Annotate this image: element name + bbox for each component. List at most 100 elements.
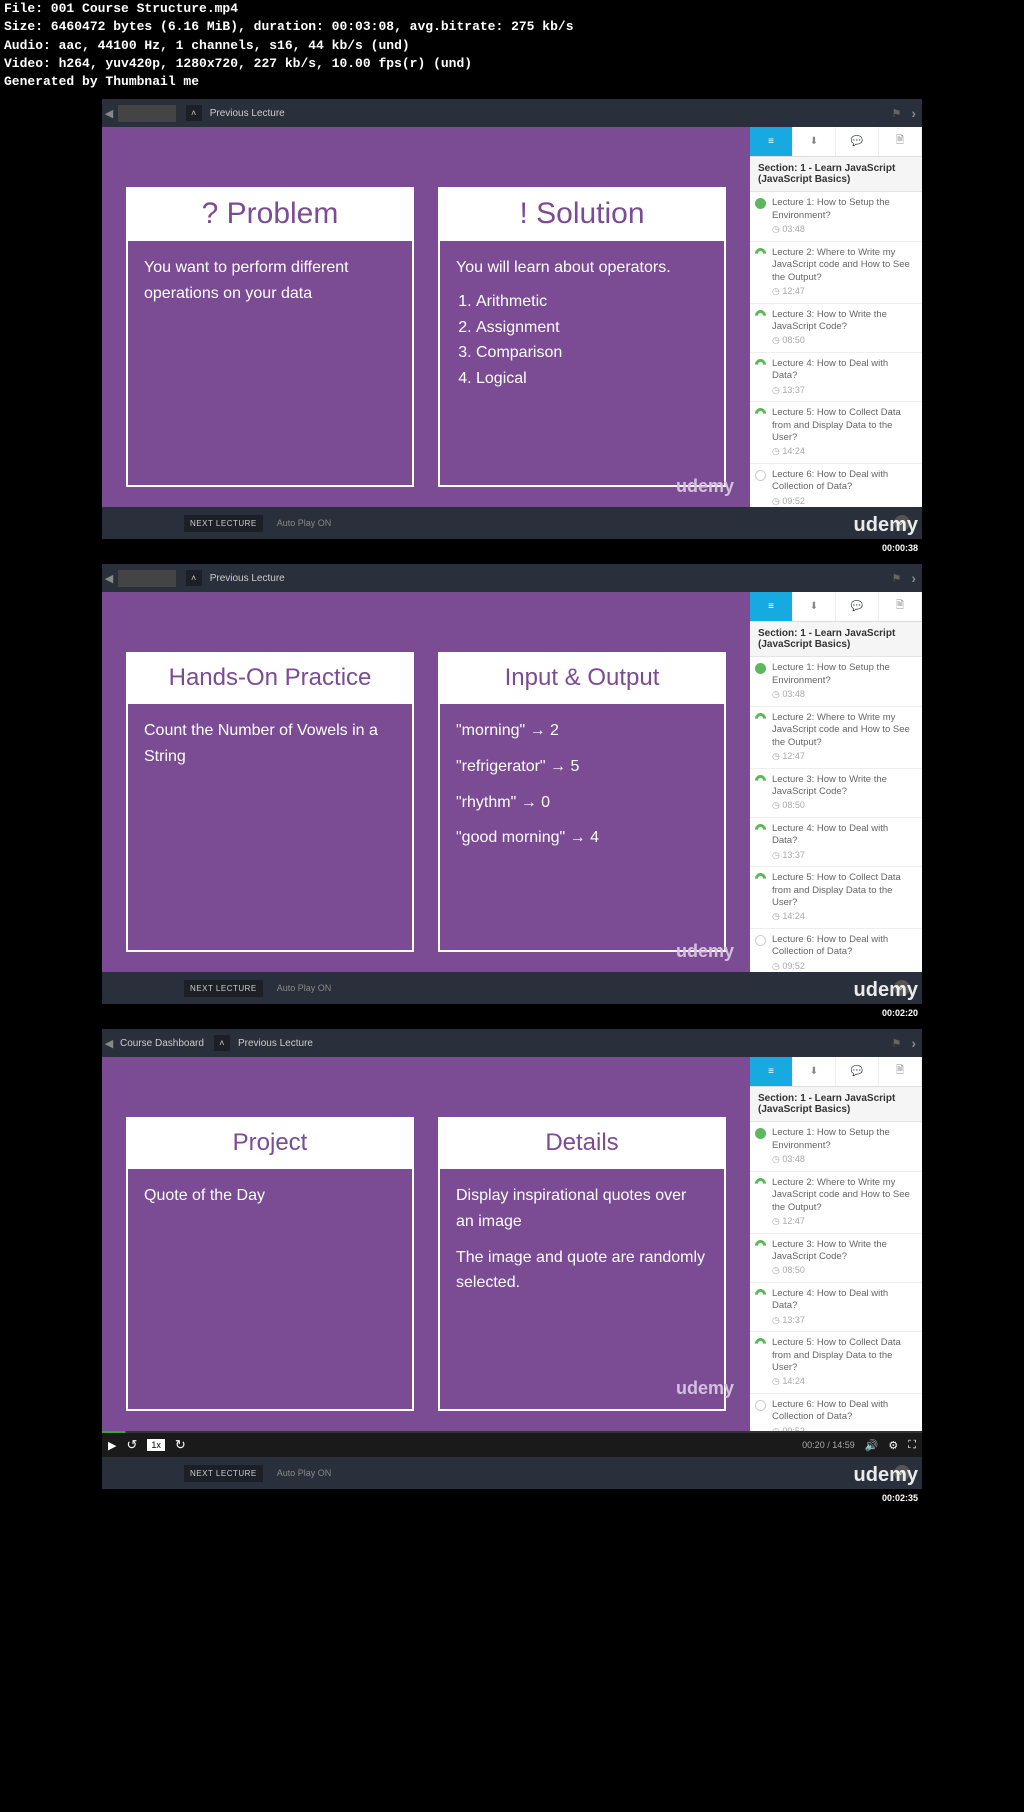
lecture-item[interactable]: Lecture 2: Where to Write my JavaScript … [750, 707, 922, 769]
next-arrow-icon[interactable]: › [911, 570, 916, 586]
lecture-time: 13:37 [772, 385, 916, 397]
speed-badge[interactable]: 1x [147, 1439, 165, 1451]
tab-notes-icon[interactable]: 🗎 [879, 592, 922, 621]
thumbnail-frame-3: ◀ Course Dashboard ˄ Previous Lecture ⚑ … [102, 1029, 922, 1489]
next-lecture-button[interactable]: NEXT LECTURE [184, 980, 263, 997]
lecture-time: 12:47 [772, 1216, 916, 1228]
slide-content: Project Quote of the Day Details Display… [102, 1057, 750, 1431]
thumbnail-frame-1: ◀ ˄ Previous Lecture ⚑ › ? Problem You w… [102, 99, 922, 539]
autoplay-label[interactable]: Auto Play ON [277, 518, 332, 528]
lecture-title: Lecture 4: How to Deal with Data? [772, 823, 916, 848]
dashboard-placeholder[interactable] [118, 570, 176, 587]
prev-lecture-label[interactable]: Previous Lecture [210, 108, 285, 119]
forward-icon[interactable]: ↻ [175, 1437, 186, 1453]
sidebar: ≡ ⬇ 💬 🗎 Section: 1 - Learn JavaScript (J… [750, 1057, 922, 1431]
tab-download-icon[interactable]: ⬇ [793, 592, 836, 621]
lecture-item[interactable]: Lecture 5: How to Collect Data from and … [750, 867, 922, 929]
lecture-title: Lecture 5: How to Collect Data from and … [772, 407, 916, 444]
card-body-io: "morning" → 2 "refrigerator" → 5 "rhythm… [438, 704, 726, 952]
lecture-item[interactable]: Lecture 6: How to Deal with Collection o… [750, 929, 922, 972]
lecture-item[interactable]: Lecture 1: How to Setup the Environment?… [750, 1122, 922, 1171]
lecture-time: 03:48 [772, 224, 916, 236]
lecture-item[interactable]: Lecture 1: How to Setup the Environment?… [750, 192, 922, 241]
dashboard-placeholder[interactable] [118, 105, 176, 122]
back-arrow-icon[interactable]: ◀ [102, 107, 116, 120]
tab-notes-icon[interactable]: 🗎 [879, 127, 922, 156]
lecture-time: 12:47 [772, 751, 916, 763]
status-icon [753, 711, 769, 727]
next-lecture-button[interactable]: NEXT LECTURE [184, 1465, 263, 1482]
lecture-item[interactable]: Lecture 2: Where to Write my JavaScript … [750, 1172, 922, 1234]
status-icon [755, 1400, 766, 1411]
lecture-time: 14:24 [772, 911, 916, 923]
autoplay-label[interactable]: Auto Play ON [277, 1468, 332, 1478]
lecture-title: Lecture 6: How to Deal with Collection o… [772, 1399, 916, 1424]
tab-curriculum-icon[interactable]: ≡ [750, 592, 793, 621]
lecture-item[interactable]: Lecture 3: How to Write the JavaScript C… [750, 769, 922, 818]
card-body-details: Display inspirational quotes over an ima… [438, 1169, 726, 1411]
list-item: Comparison [476, 340, 708, 366]
lecture-item[interactable]: Lecture 6: How to Deal with Collection o… [750, 1394, 922, 1431]
flag-icon[interactable]: ⚑ [891, 107, 901, 120]
flag-icon[interactable]: ⚑ [891, 1037, 901, 1050]
frame-timestamp: 00:02:35 [882, 1493, 918, 1503]
tab-download-icon[interactable]: ⬇ [793, 127, 836, 156]
tab-chat-icon[interactable]: 💬 [836, 127, 879, 156]
card-body-project: Quote of the Day [126, 1169, 414, 1411]
lecture-item[interactable]: Lecture 4: How to Deal with Data?13:37 [750, 1283, 922, 1332]
card-header-problem: ? Problem [126, 187, 414, 241]
prev-lecture-label[interactable]: Previous Lecture [238, 1038, 313, 1049]
lecture-item[interactable]: Lecture 1: How to Setup the Environment?… [750, 657, 922, 706]
prev-lecture-label[interactable]: Previous Lecture [210, 573, 285, 584]
flag-icon[interactable]: ⚑ [891, 572, 901, 585]
udemy-watermark: udemy [854, 514, 918, 537]
prev-toggle-icon[interactable]: ˄ [186, 570, 202, 586]
rewind-icon[interactable]: ↺ [126, 1437, 137, 1453]
lecture-time: 08:50 [772, 1265, 916, 1277]
next-arrow-icon[interactable]: › [911, 105, 916, 121]
list-item: Arithmetic [476, 289, 708, 315]
video-player-controls: ▶ ↺ 1x ↻ 00:20 / 14:59 🔊 ⚙ ⛶ [102, 1431, 922, 1457]
status-icon [753, 1287, 769, 1303]
lecture-item[interactable]: Lecture 5: How to Collect Data from and … [750, 402, 922, 464]
card-body-practice: Count the Number of Vowels in a String [126, 704, 414, 952]
solution-intro: You will learn about operators. [456, 259, 671, 276]
dashboard-link[interactable]: Course Dashboard [120, 1038, 204, 1049]
lecture-item[interactable]: Lecture 4: How to Deal with Data?13:37 [750, 818, 922, 867]
prev-toggle-icon[interactable]: ˄ [214, 1035, 230, 1051]
tab-download-icon[interactable]: ⬇ [793, 1057, 836, 1086]
lecture-title: Lecture 5: How to Collect Data from and … [772, 1337, 916, 1374]
play-icon[interactable]: ▶ [108, 1439, 116, 1452]
lecture-item[interactable]: Lecture 3: How to Write the JavaScript C… [750, 304, 922, 353]
volume-icon[interactable]: 🔊 [865, 1439, 879, 1452]
udemy-logo: udemy [676, 476, 734, 497]
status-icon [755, 198, 766, 209]
lecture-list: Lecture 1: How to Setup the Environment?… [750, 1122, 922, 1431]
lecture-item[interactable]: Lecture 5: How to Collect Data from and … [750, 1332, 922, 1394]
next-arrow-icon[interactable]: › [911, 1035, 916, 1051]
tab-notes-icon[interactable]: 🗎 [879, 1057, 922, 1086]
lecture-item[interactable]: Lecture 6: How to Deal with Collection o… [750, 464, 922, 507]
fullscreen-icon[interactable]: ⛶ [908, 1439, 916, 1452]
file-meta-video: Video: h264, yuv420p, 1280x720, 227 kb/s… [0, 55, 1024, 73]
tab-chat-icon[interactable]: 💬 [836, 1057, 879, 1086]
tab-curriculum-icon[interactable]: ≡ [750, 127, 793, 156]
lecture-item[interactable]: Lecture 2: Where to Write my JavaScript … [750, 242, 922, 304]
back-arrow-icon[interactable]: ◀ [102, 1037, 116, 1050]
lecture-title: Lecture 4: How to Deal with Data? [772, 1288, 916, 1313]
topbar: ◀ ˄ Previous Lecture ⚑ › [102, 564, 922, 592]
prev-toggle-icon[interactable]: ˄ [186, 105, 202, 121]
lecture-item[interactable]: Lecture 3: How to Write the JavaScript C… [750, 1234, 922, 1283]
next-lecture-button[interactable]: NEXT LECTURE [184, 515, 263, 532]
udemy-logo: udemy [676, 1378, 734, 1399]
tab-chat-icon[interactable]: 💬 [836, 592, 879, 621]
back-arrow-icon[interactable]: ◀ [102, 572, 116, 585]
settings-icon[interactable]: ⚙ [888, 1439, 898, 1452]
autoplay-label[interactable]: Auto Play ON [277, 983, 332, 993]
card-body-solution: You will learn about operators. Arithmet… [438, 241, 726, 487]
lecture-item[interactable]: Lecture 4: How to Deal with Data?13:37 [750, 353, 922, 402]
lecture-time: 12:47 [772, 286, 916, 298]
slide-content: Hands-On Practice Count the Number of Vo… [102, 592, 750, 972]
status-icon [753, 1336, 769, 1352]
tab-curriculum-icon[interactable]: ≡ [750, 1057, 793, 1086]
